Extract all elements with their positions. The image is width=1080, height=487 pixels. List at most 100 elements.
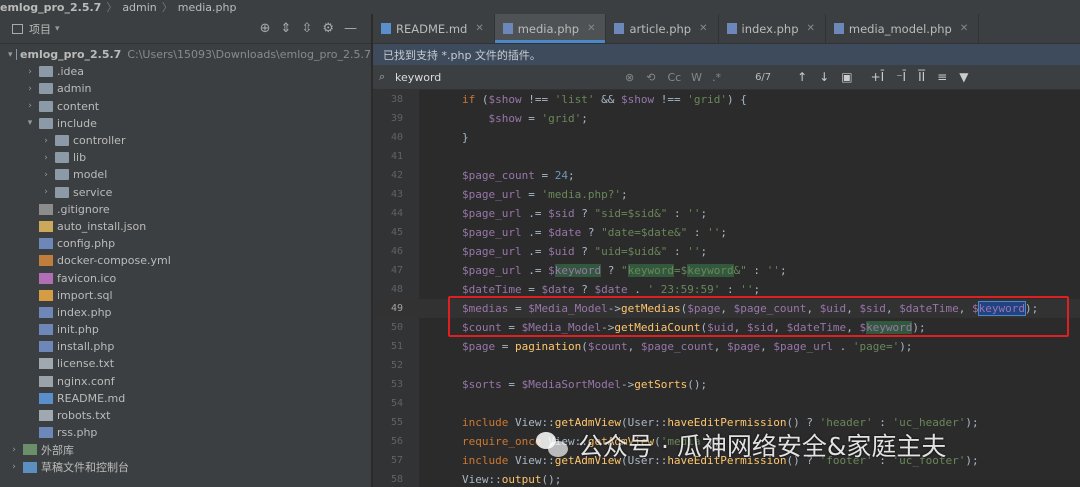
- code-text: $dateTime = $date ? $date . ' 23:59:59' …: [462, 283, 761, 296]
- line-number: 48: [390, 284, 403, 295]
- collapse-all-icon[interactable]: ⇳: [301, 21, 312, 37]
- tree-item[interactable]: › admin: [0, 80, 371, 97]
- tree-item[interactable]: robots.txt: [0, 407, 371, 424]
- php-file-icon: [39, 324, 53, 336]
- breadcrumb-folder[interactable]: admin: [122, 1, 156, 14]
- tree-item[interactable]: favicon.ico: [0, 269, 371, 286]
- target-icon[interactable]: ⊕: [260, 21, 271, 37]
- chevron-right-icon[interactable]: ›: [40, 153, 52, 163]
- select-all-occurrences-icon[interactable]: ĪĪ: [918, 70, 925, 84]
- expand-all-icon[interactable]: ⇕: [281, 21, 292, 37]
- code-line: 40}: [373, 128, 1080, 147]
- line-number: 52: [390, 360, 403, 371]
- chevron-down-icon[interactable]: ▾: [24, 118, 36, 128]
- chevron-right-icon[interactable]: ›: [24, 84, 36, 94]
- tree-item[interactable]: config.php: [0, 235, 371, 252]
- yml-file-icon: [39, 255, 53, 267]
- line-number: 39: [390, 113, 403, 124]
- chevron-down-icon[interactable]: ▾: [55, 24, 60, 34]
- hide-icon[interactable]: —: [344, 21, 357, 37]
- tab-index[interactable]: index.php ✕: [719, 14, 826, 43]
- tree-item[interactable]: › .idea: [0, 63, 371, 80]
- folder-icon: [55, 169, 69, 181]
- tab-article[interactable]: article.php ✕: [606, 14, 719, 43]
- tree-item[interactable]: › lib: [0, 149, 371, 166]
- line-number: 45: [390, 227, 403, 238]
- filter-icon[interactable]: ▼: [959, 70, 968, 84]
- code-text: $page_url .= $uid ? "uid=$uid&" : '';: [462, 245, 708, 258]
- tree-item[interactable]: › controller: [0, 132, 371, 149]
- search-icon[interactable]: ⌕: [379, 70, 395, 84]
- line-number: 56: [390, 436, 403, 447]
- tree-item[interactable]: › 草稿文件和控制台: [0, 459, 371, 476]
- code-text: $page_count = 24;: [462, 169, 575, 182]
- tree-item[interactable]: docker-compose.yml: [0, 252, 371, 269]
- breadcrumb-file[interactable]: media.php: [178, 1, 237, 14]
- plugin-notice-text: 已找到支持 *.php 文件的插件。: [383, 48, 541, 62]
- match-case-toggle[interactable]: Cc: [667, 71, 681, 84]
- tree-item[interactable]: ▾ include: [0, 115, 371, 132]
- tree-item[interactable]: › service: [0, 184, 371, 201]
- search-history-icon[interactable]: ⟲: [646, 71, 655, 84]
- tree-item[interactable]: auto_install.json: [0, 218, 371, 235]
- code-text: $page_url .= $date ? "date=$date&" : '';: [462, 226, 727, 239]
- close-icon[interactable]: ✕: [587, 23, 595, 34]
- sql-file-icon: [39, 289, 53, 301]
- tree-item-label: 草稿文件和控制台: [41, 461, 129, 475]
- chevron-right-icon[interactable]: ›: [40, 170, 52, 180]
- tree-item[interactable]: license.txt: [0, 355, 371, 372]
- in-selection-icon[interactable]: ≡: [937, 70, 947, 84]
- tab-readme[interactable]: README.md ✕: [373, 14, 495, 43]
- tab-media[interactable]: media.php ✕: [494, 14, 607, 43]
- chevron-right-icon[interactable]: ›: [24, 67, 36, 77]
- chevron-down-icon[interactable]: ▾: [8, 50, 13, 60]
- php-file-icon: [39, 306, 53, 318]
- gear-icon[interactable]: ⚙: [322, 21, 334, 37]
- line-number: 50: [390, 322, 403, 333]
- line-number: 58: [390, 474, 403, 485]
- tree-item-label: 外部库: [41, 443, 74, 457]
- clear-search-icon[interactable]: ⊗: [625, 71, 634, 84]
- open-in-window-icon[interactable]: ▣: [841, 70, 852, 84]
- code-line: 53 $sorts = $MediaSortModel->getSorts();: [373, 375, 1080, 394]
- tree-item[interactable]: › 外部库: [0, 441, 371, 458]
- arrow-down-icon[interactable]: ↓: [819, 70, 829, 84]
- close-icon[interactable]: ✕: [475, 23, 483, 34]
- add-occurrence-icon[interactable]: +Ī: [871, 70, 885, 84]
- tree-item[interactable]: › content: [0, 98, 371, 115]
- project-panel-title[interactable]: 项目: [29, 21, 51, 37]
- code-text: $page = pagination($count, $page_count, …: [462, 340, 913, 353]
- tree-item[interactable]: init.php: [0, 321, 371, 338]
- tree-item-label: rss.php: [57, 426, 98, 440]
- tree-item[interactable]: import.sql: [0, 287, 371, 304]
- md-file-icon: [381, 23, 391, 34]
- tree-item[interactable]: › model: [0, 166, 371, 183]
- chevron-right-icon[interactable]: ›: [8, 462, 20, 472]
- remove-occurrence-icon[interactable]: ⁻Ī: [896, 70, 906, 84]
- tree-item-label: README.md: [57, 391, 126, 405]
- chevron-right-icon[interactable]: ›: [24, 101, 36, 111]
- tree-item-label: nginx.conf: [57, 374, 115, 388]
- search-input[interactable]: [395, 70, 615, 84]
- tree-root[interactable]: ▾ emlog_pro_2.5.7 C:\Users\15093\Downloa…: [0, 46, 371, 63]
- txt-file-icon: [39, 358, 53, 370]
- chevron-right-icon[interactable]: ›: [40, 187, 52, 197]
- tree-item[interactable]: .gitignore: [0, 201, 371, 218]
- whole-words-toggle[interactable]: W: [691, 71, 702, 84]
- tree-item[interactable]: install.php: [0, 338, 371, 355]
- regex-toggle[interactable]: .*: [712, 71, 721, 84]
- close-icon[interactable]: ✕: [807, 23, 815, 34]
- tree-item[interactable]: nginx.conf: [0, 373, 371, 390]
- arrow-up-icon[interactable]: ↑: [797, 70, 807, 84]
- tab-media-model[interactable]: media_model.php ✕: [826, 14, 980, 43]
- chevron-right-icon[interactable]: ›: [40, 136, 52, 146]
- tree-item[interactable]: rss.php: [0, 424, 371, 441]
- tree-item[interactable]: index.php: [0, 304, 371, 321]
- close-icon[interactable]: ✕: [699, 23, 707, 34]
- chevron-right-icon[interactable]: ›: [8, 445, 20, 455]
- tree-item-label: .gitignore: [57, 202, 110, 216]
- close-icon[interactable]: ✕: [960, 23, 968, 34]
- tree-item[interactable]: README.md: [0, 390, 371, 407]
- breadcrumb-separator: 〉: [161, 1, 173, 14]
- breadcrumb-project[interactable]: emlog_pro_2.5.7: [0, 1, 101, 14]
